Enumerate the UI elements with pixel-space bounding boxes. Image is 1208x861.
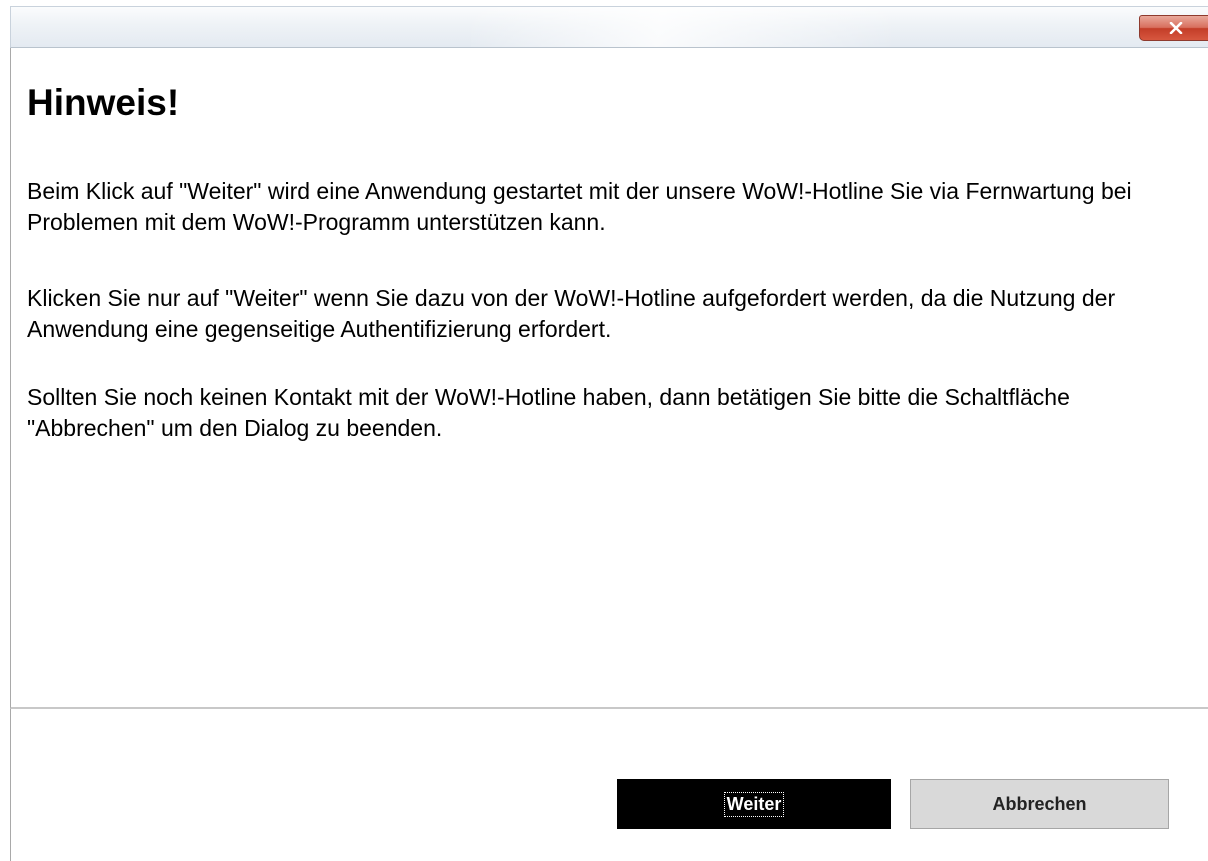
info-paragraph-1: Beim Klick auf "Weiter" wird eine Anwend… xyxy=(27,178,1132,235)
weiter-button[interactable]: Weiter xyxy=(617,779,891,829)
close-button[interactable] xyxy=(1139,15,1208,41)
abbrechen-button[interactable]: Abbrechen xyxy=(910,779,1169,829)
abbrechen-button-label: Abbrechen xyxy=(992,793,1087,814)
info-paragraph-3: Sollten Sie noch keinen Kontakt mit der … xyxy=(27,384,1070,441)
title-bar xyxy=(10,6,1208,48)
button-bar: Weiter Abbrechen xyxy=(10,709,1208,861)
dialog-window: Hinweis! Beim Klick auf "Weiter" wird ei… xyxy=(0,0,1208,861)
weiter-button-label: Weiter xyxy=(723,791,785,817)
dialog-heading: Hinweis! xyxy=(27,82,180,123)
close-icon xyxy=(1169,22,1183,34)
dialog-content: Hinweis! Beim Klick auf "Weiter" wird ei… xyxy=(10,48,1208,709)
info-paragraph-2: Klicken Sie nur auf "Weiter" wenn Sie da… xyxy=(27,285,1116,342)
